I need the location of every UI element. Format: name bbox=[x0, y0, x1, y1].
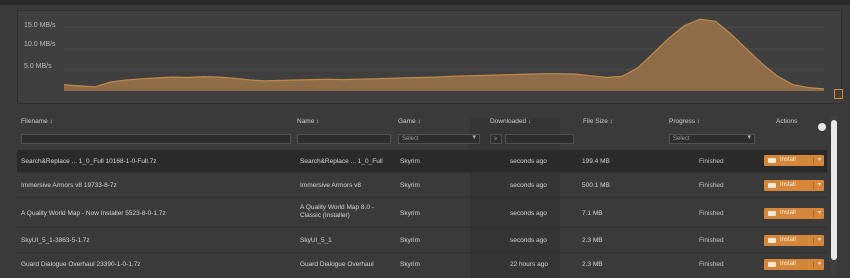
install-icon bbox=[768, 158, 776, 163]
install-button[interactable]: Install ▾ bbox=[764, 155, 824, 166]
column-header-file-size[interactable]: File Size ↕ bbox=[583, 118, 613, 125]
column-header-downloaded[interactable]: Downloaded ↓ bbox=[490, 118, 531, 125]
install-button[interactable]: Install ▾ bbox=[764, 235, 824, 246]
filename-cell: Immersive Armors v8 19733-8-7z bbox=[21, 182, 117, 189]
filename-filter-input[interactable] bbox=[21, 134, 291, 144]
chevron-down-icon[interactable]: ▾ bbox=[818, 155, 821, 166]
progress-cell: Finished bbox=[699, 182, 724, 189]
column-header-filename[interactable]: Filename ↕ bbox=[21, 118, 53, 125]
progress-cell: Finished bbox=[699, 210, 724, 217]
install-button[interactable]: Install ▾ bbox=[764, 180, 824, 191]
file-size-cell: 2.3 MB bbox=[582, 237, 603, 244]
install-icon bbox=[768, 262, 776, 267]
game-cell: Skyrim bbox=[400, 261, 420, 268]
name-cell: A Quality World Map 8.0 - Classic (Insta… bbox=[300, 204, 374, 219]
install-label: Install bbox=[780, 210, 796, 216]
install-label: Install bbox=[780, 237, 796, 243]
table-row[interactable]: A Quality World Map - Now Installer 5523… bbox=[17, 200, 827, 228]
column-header-actions: Actions bbox=[776, 118, 798, 125]
window-top-bar bbox=[0, 0, 850, 5]
install-icon bbox=[768, 238, 776, 243]
downloaded-cell: seconds ago bbox=[510, 210, 547, 217]
filename-cell: A Quality World Map - Now Installer 5523… bbox=[21, 210, 166, 217]
filename-cell: SkyUI_5_1-3863-5-1.7z bbox=[21, 237, 90, 244]
progress-cell: Finished bbox=[699, 237, 724, 244]
table-row[interactable]: SkyUI_5_1-3863-5-1.7z SkyUI_5_1 Skyrim s… bbox=[17, 230, 827, 253]
name-cell: Search&Replace ... 1_0_Full bbox=[300, 158, 383, 165]
name-cell: SkyUI_5_1 bbox=[300, 237, 332, 244]
column-header-progress[interactable]: Progress ↕ bbox=[669, 118, 700, 125]
install-icon bbox=[768, 183, 776, 188]
downloaded-filter-input[interactable] bbox=[505, 134, 574, 144]
speed-area bbox=[64, 19, 824, 92]
name-filter-input[interactable] bbox=[297, 134, 391, 144]
graph-settings-icon[interactable] bbox=[834, 89, 843, 99]
game-cell: Skyrim bbox=[400, 158, 420, 165]
progress-cell: Finished bbox=[699, 261, 724, 268]
install-label: Install bbox=[780, 157, 796, 163]
table-row[interactable]: Search&Replace ... 1_0_Full 10168-1-0-Fu… bbox=[17, 150, 827, 173]
chevron-down-icon[interactable]: ▾ bbox=[818, 235, 821, 246]
table-scrollbar-thumb[interactable] bbox=[831, 120, 837, 260]
file-size-cell: 199.4 MB bbox=[582, 158, 610, 165]
downloaded-cell: seconds ago bbox=[510, 237, 547, 244]
downloaded-cell: seconds ago bbox=[510, 182, 547, 189]
filename-cell: Search&Replace ... 1_0_Full 10168-1-0-Fu… bbox=[21, 158, 157, 165]
speed-area-chart bbox=[63, 18, 825, 92]
downloaded-cell: seconds ago bbox=[510, 158, 547, 165]
column-visibility-toggle-icon[interactable] bbox=[818, 123, 826, 131]
filename-cell: Guard Dialogue Overhaul 23390-1-0-1.7z bbox=[21, 261, 141, 268]
chevron-down-icon[interactable]: ▾ bbox=[818, 180, 821, 191]
name-cell: Immersive Armors v8 bbox=[300, 182, 362, 189]
install-icon bbox=[768, 211, 776, 216]
game-cell: Skyrim bbox=[400, 237, 420, 244]
column-header-name[interactable]: Name ↕ bbox=[297, 118, 319, 125]
download-speed-graph: 15.0 MB/s 10.0 MB/s 5.0 MB/s bbox=[17, 10, 842, 104]
file-size-cell: 500.1 MB bbox=[582, 182, 610, 189]
chevron-down-icon[interactable]: ▾ bbox=[818, 208, 821, 219]
downloaded-cell: 22 hours ago bbox=[510, 261, 548, 268]
game-filter-select[interactable]: Select bbox=[398, 134, 480, 144]
chevron-down-icon[interactable]: ▾ bbox=[818, 259, 821, 270]
file-size-cell: 7.1 MB bbox=[582, 210, 603, 217]
progress-cell: Finished bbox=[699, 158, 724, 165]
downloaded-comparator-select[interactable]: ≥ bbox=[490, 134, 502, 144]
install-label: Install bbox=[780, 261, 796, 267]
table-row[interactable]: Guard Dialogue Overhaul 23390-1-0-1.7z G… bbox=[17, 254, 827, 274]
name-cell: Guard Dialogue Overhaul bbox=[300, 261, 374, 268]
progress-filter-select[interactable]: Select bbox=[669, 134, 755, 144]
game-cell: Skyrim bbox=[400, 182, 420, 189]
table-row[interactable]: Immersive Armors v8 19733-8-7z Immersive… bbox=[17, 175, 827, 198]
install-label: Install bbox=[780, 182, 796, 188]
column-header-game[interactable]: Game ↕ bbox=[398, 118, 421, 125]
install-button[interactable]: Install ▾ bbox=[764, 259, 824, 270]
install-button[interactable]: Install ▾ bbox=[764, 208, 824, 219]
file-size-cell: 2.3 MB bbox=[582, 261, 603, 268]
game-cell: Skyrim bbox=[400, 210, 420, 217]
